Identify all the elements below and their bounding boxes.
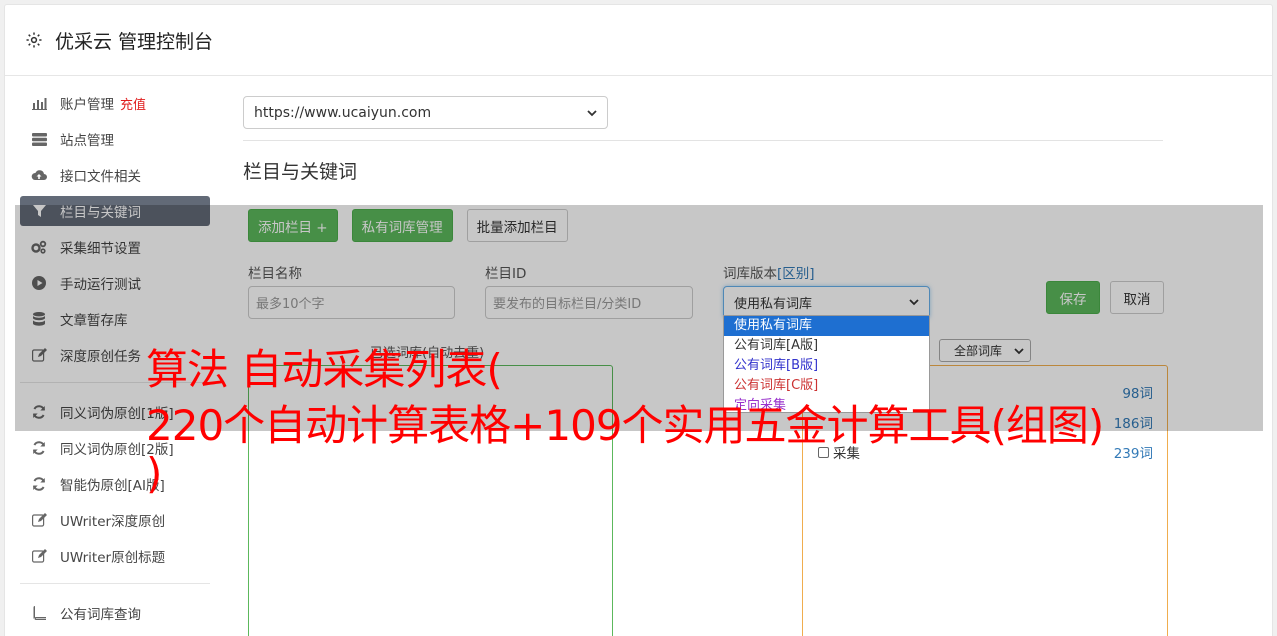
- sidebar-item-label: 公有词库查询: [60, 607, 141, 623]
- sidebar-item-label: 账户管理: [60, 97, 114, 113]
- sidebar-item-uwriter-deep[interactable]: UWriter深度原创: [20, 505, 210, 535]
- gear-icon: [25, 31, 43, 49]
- section-title: 栏目与关键词: [243, 161, 358, 183]
- refresh-icon: [31, 476, 47, 492]
- sidebar-item-account[interactable]: 账户管理 充值: [20, 88, 210, 118]
- app-title: 优采云 管理控制台: [55, 30, 214, 53]
- promo-line: 算法 自动采集列表(: [146, 345, 503, 394]
- sidebar-item-interface[interactable]: 接口文件相关: [20, 160, 210, 190]
- site-select-value: https://www.ucaiyun.com: [254, 104, 432, 121]
- edit-icon: [31, 512, 47, 528]
- sidebar-item-label: 站点管理: [60, 133, 114, 149]
- lib-count: 239词: [1113, 446, 1153, 462]
- main-content: https://www.ucaiyun.com 栏目与关键词: [243, 96, 1163, 184]
- book-icon: [31, 605, 47, 621]
- sidebar-item-uwriter-title[interactable]: UWriter原创标题: [20, 541, 210, 571]
- bar-chart-icon: [31, 95, 47, 111]
- refresh-icon: [31, 440, 47, 456]
- app-header: 优采云 管理控制台: [5, 5, 1272, 76]
- recharge-link[interactable]: 充值: [120, 94, 146, 113]
- server-icon: [31, 131, 47, 147]
- site-select[interactable]: https://www.ucaiyun.com: [243, 96, 608, 129]
- promo-line: ): [146, 449, 162, 498]
- sidebar-divider: [20, 583, 210, 584]
- promo-overlay-text: 算法 自动采集列表( 220个自动计算表格+109个实用五金计算工具(组图) ): [146, 342, 1104, 498]
- sidebar-item-public-lib[interactable]: 公有词库查询: [20, 598, 210, 628]
- promo-line: 220个自动计算表格+109个实用五金计算工具(组图): [146, 401, 1104, 450]
- sidebar-item-label: UWriter深度原创: [60, 514, 166, 530]
- edit-icon: [31, 548, 47, 564]
- dropdown-option[interactable]: 使用私有词库: [724, 316, 929, 336]
- section-divider: [243, 140, 1163, 141]
- chevron-down-icon: [587, 105, 597, 121]
- cloud-upload-icon: [31, 167, 47, 183]
- sidebar-item-label: 接口文件相关: [60, 169, 141, 185]
- sidebar-item-sites[interactable]: 站点管理: [20, 124, 210, 154]
- sidebar-item-label: UWriter原创标题: [60, 550, 166, 566]
